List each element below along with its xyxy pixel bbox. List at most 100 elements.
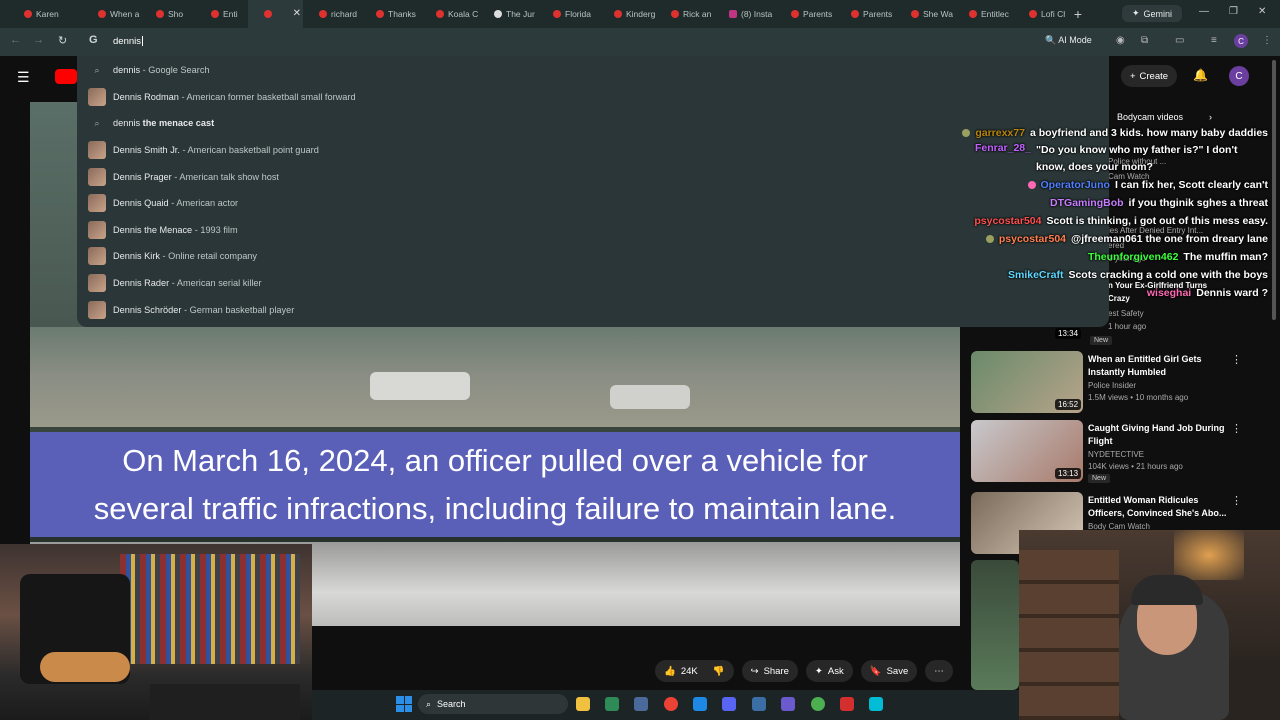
browser-tab[interactable]: Florida: [537, 0, 598, 28]
scrollbar[interactable]: [1272, 60, 1276, 320]
suggestion-item[interactable]: Dennis Rader - American serial killer: [85, 270, 1101, 297]
youtube-logo[interactable]: [55, 69, 77, 84]
suggestion-item[interactable]: Dennis Kirk - Online retail company: [85, 243, 1101, 270]
app-icon[interactable]: [840, 697, 854, 711]
app-icon[interactable]: [605, 697, 619, 711]
share-button[interactable]: ↪ Share: [741, 660, 798, 682]
omnibox-input[interactable]: dennis: [113, 36, 143, 47]
browser-tab[interactable]: Thanks: [360, 0, 420, 28]
suggestion-item[interactable]: Dennis Quaid - American actor: [85, 190, 1101, 217]
extension-icon[interactable]: ◉: [1116, 35, 1125, 46]
file-explorer-icon[interactable]: [576, 697, 590, 711]
more-vert-icon[interactable]: ⋮: [1231, 422, 1242, 435]
new-tab-icon[interactable]: +: [1066, 6, 1090, 22]
app-icon[interactable]: [693, 697, 707, 711]
browser-tab[interactable]: Enti: [195, 0, 248, 28]
more-vert-icon[interactable]: ⋮: [1231, 353, 1242, 366]
browser-tab[interactable]: Parents: [775, 0, 835, 28]
webcam-room-feed: [0, 544, 312, 720]
save-button[interactable]: 🔖 Save: [860, 660, 918, 682]
chat-username: Fenrar_28_: [974, 142, 1031, 154]
app-icon[interactable]: [781, 697, 795, 711]
suggestion-item[interactable]: Dennis Schröder - German basketball play…: [85, 296, 1101, 323]
search-icon: ⌕: [426, 698, 432, 709]
channel-name[interactable]: Police Insider: [1088, 381, 1136, 390]
youtube-favicon-icon: [211, 10, 219, 18]
forward-icon[interactable]: →: [33, 34, 44, 46]
chevron-right-icon[interactable]: ›: [1209, 112, 1212, 122]
chat-text: Scott is thinking, i got out of this mes…: [1046, 215, 1269, 227]
robot-tank: [150, 684, 300, 720]
tab-label: richard: [331, 9, 357, 19]
recommendation-item[interactable]: 13:13 Caught Giving Hand Job During Flig…: [971, 420, 1271, 486]
video-title[interactable]: When an Entitled Girl Gets Instantly Hum…: [1088, 353, 1228, 379]
sidebar-chip[interactable]: Bodycam videos ›: [1117, 112, 1212, 122]
tab-label: Koala C: [448, 9, 478, 19]
chrome-icon[interactable]: [664, 697, 678, 711]
suggestion-item[interactable]: ⌕ dennis - Google Search: [85, 57, 1101, 84]
browser-tab[interactable]: Rick an: [655, 0, 713, 28]
browser-tab[interactable]: She Wa: [895, 0, 953, 28]
video-title[interactable]: Caught Giving Hand Job During Flight: [1088, 422, 1228, 448]
taskbar-search[interactable]: ⌕ Search: [418, 694, 568, 714]
close-tab-icon[interactable]: ✕: [293, 8, 301, 19]
video-title[interactable]: Entitled Woman Ridicules Officers, Convi…: [1088, 494, 1228, 520]
hamburger-menu-icon[interactable]: ☰: [17, 69, 30, 86]
browser-tab[interactable]: The Jur: [478, 0, 537, 28]
browser-tab[interactable]: ✕: [248, 0, 303, 28]
minimize-icon[interactable]: —: [1199, 6, 1209, 17]
browser-tab[interactable]: Parents: [835, 0, 895, 28]
video-thumbnail[interactable]: [971, 560, 1019, 690]
gemini-button[interactable]: ✦ Gemini: [1122, 5, 1182, 22]
reload-icon[interactable]: ↻: [58, 34, 67, 47]
browser-tab[interactable]: (8) Insta: [713, 0, 775, 28]
chat-message: Theunforgiven462 The muffin man?: [1088, 248, 1268, 266]
chrome-icon[interactable]: [811, 697, 825, 711]
suggestion-item[interactable]: Dennis the Menace - 1993 film: [85, 217, 1101, 244]
create-button[interactable]: + Create: [1121, 65, 1177, 87]
steam-icon[interactable]: [634, 697, 648, 711]
chat-username: garrexx77: [975, 127, 1025, 139]
browser-tab[interactable]: Koala C: [420, 0, 478, 28]
browser-tab[interactable]: Kinderg: [598, 0, 655, 28]
browser-tab[interactable]: richard: [303, 0, 360, 28]
notifications-bell-icon[interactable]: 🔔: [1193, 68, 1208, 82]
suggestion-text: Dennis Schröder - German basketball play…: [113, 305, 294, 315]
browser-tab[interactable]: Lofi Ch: [1013, 0, 1065, 28]
ai-mode-button[interactable]: 🔍 AI Mode: [1045, 35, 1092, 46]
app-icon[interactable]: [869, 697, 883, 711]
youtube-favicon-icon: [614, 10, 622, 18]
windows-start-icon[interactable]: [396, 696, 412, 712]
ask-button[interactable]: ✦ Ask: [805, 660, 853, 682]
suggestion-item[interactable]: Dennis Rodman - American former basketba…: [85, 84, 1101, 111]
chat-message: wiseghai Dennis ward ?: [1147, 284, 1268, 302]
youtube-favicon-icon: [156, 10, 164, 18]
browser-tab[interactable]: When a: [82, 0, 140, 28]
more-actions-button[interactable]: ⋯: [925, 660, 953, 682]
recommendation-item[interactable]: 16:52 When an Entitled Girl Gets Instant…: [971, 351, 1271, 417]
browser-tab[interactable]: Karen: [8, 0, 82, 28]
puzzle-icon[interactable]: ⧉: [1141, 35, 1148, 46]
youtube-avatar[interactable]: C: [1229, 66, 1249, 86]
maximize-icon[interactable]: ❐: [1229, 6, 1238, 17]
kebab-menu-icon[interactable]: ⋮: [1262, 35, 1272, 46]
youtube-favicon-icon: [969, 10, 977, 18]
suggestion-item[interactable]: ⌕ dennis the menace cast: [85, 110, 1101, 137]
browser-tab[interactable]: Entitlec: [953, 0, 1013, 28]
sidepanel-icon[interactable]: ▭: [1175, 35, 1184, 46]
like-button[interactable]: 👍 24K 👎: [655, 660, 734, 682]
browser-tab[interactable]: Sho: [140, 0, 195, 28]
profile-avatar[interactable]: C: [1234, 34, 1248, 48]
app-icon[interactable]: [752, 697, 766, 711]
partial-rec-text: 1 hour ago: [1108, 322, 1147, 331]
close-window-icon[interactable]: ✕: [1258, 6, 1266, 17]
more-vert-icon[interactable]: ⋮: [1231, 494, 1242, 507]
discord-icon[interactable]: [722, 697, 736, 711]
media-icon[interactable]: ≡: [1211, 35, 1217, 46]
suggestion-item[interactable]: Dennis Smith Jr. - American basketball p…: [85, 137, 1101, 164]
tab-label: She Wa: [923, 9, 953, 19]
thumbs-down-icon[interactable]: 👎: [713, 666, 725, 677]
back-icon[interactable]: ←: [10, 34, 21, 46]
channel-name[interactable]: NYDETECTIVE: [1088, 450, 1144, 459]
suggestion-item[interactable]: Dennis Prager - American talk show host: [85, 163, 1101, 190]
